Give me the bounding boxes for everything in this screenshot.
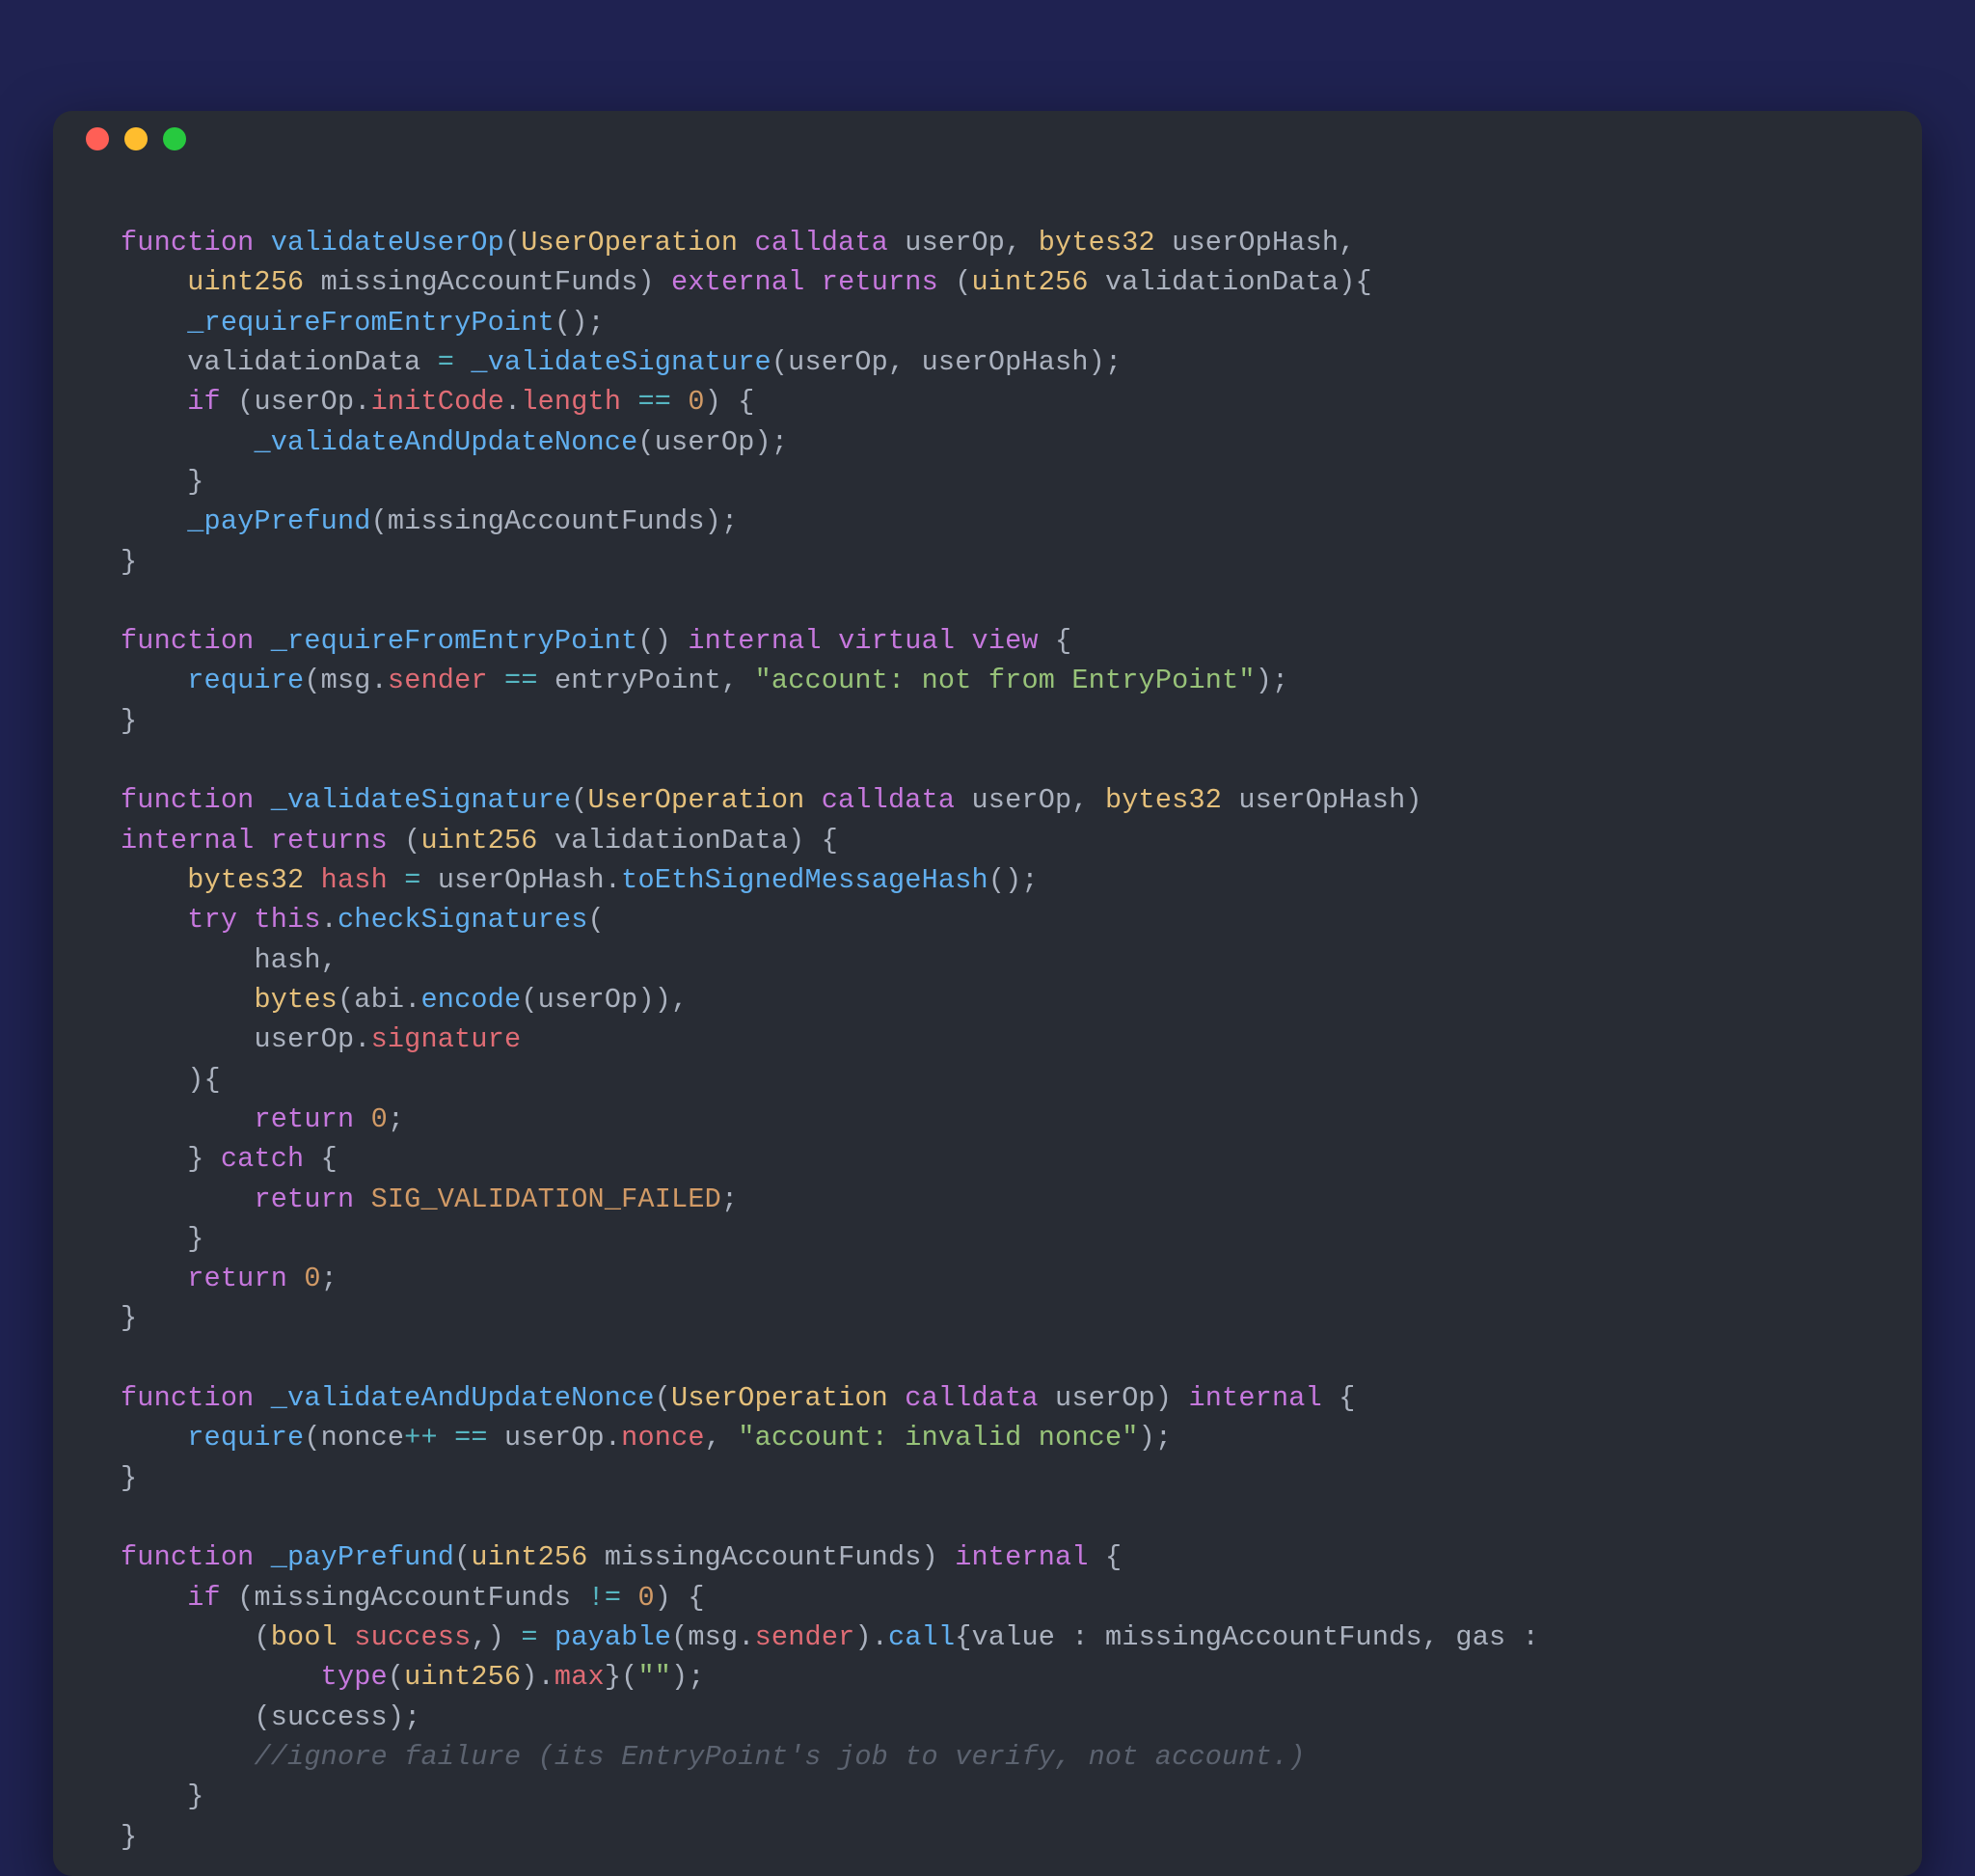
minimize-icon[interactable] [124, 127, 148, 150]
close-icon[interactable] [86, 127, 109, 150]
code-editor-window: function validateUserOp(UserOperation ca… [53, 111, 1922, 1876]
window-titlebar [53, 111, 1922, 167]
zoom-icon[interactable] [163, 127, 186, 150]
code-block[interactable]: function validateUserOp(UserOperation ca… [53, 167, 1922, 1876]
